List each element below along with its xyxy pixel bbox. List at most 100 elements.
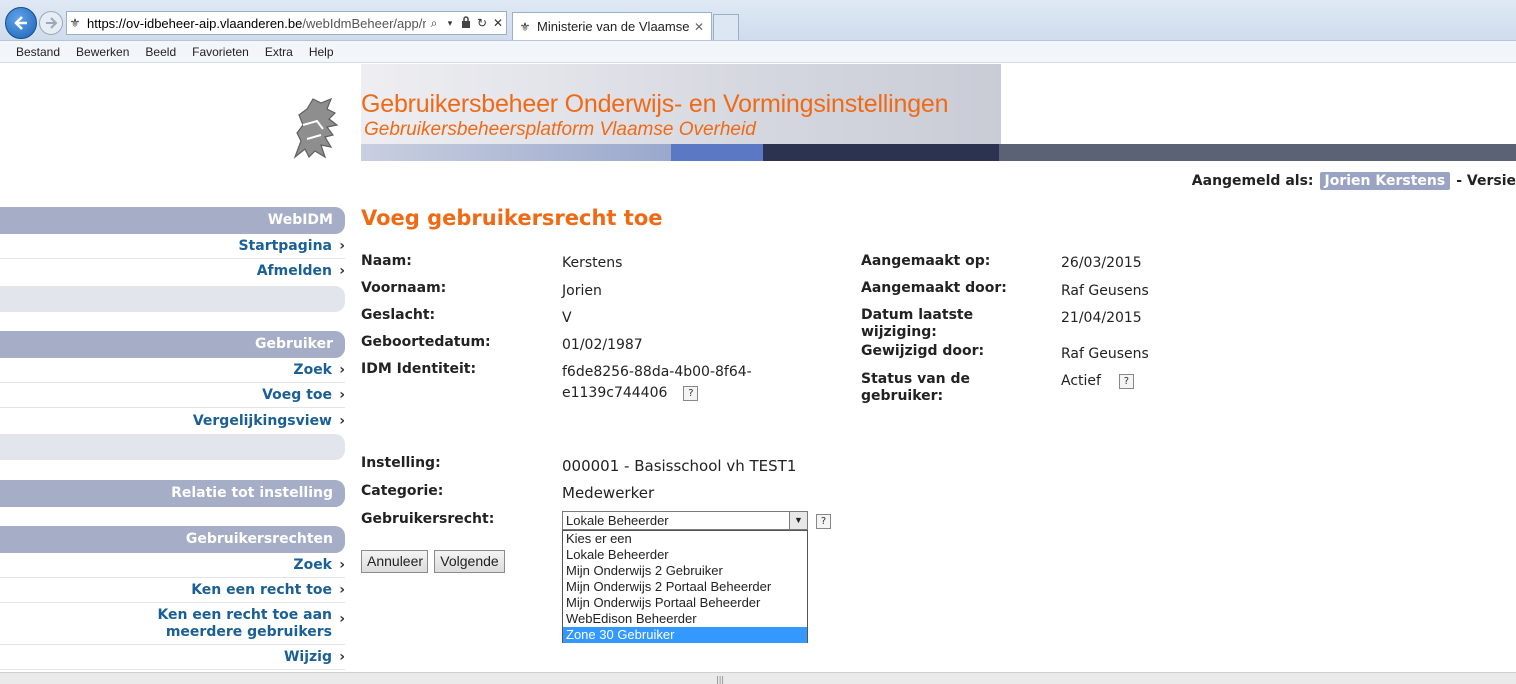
gebruikersrecht-select[interactable]: Lokale Beheerder ▼ bbox=[562, 511, 808, 530]
address-bar[interactable]: ⚜ https://ov-idbeheer-aip.vlaanderen.be/… bbox=[66, 11, 507, 35]
page-banner: Gebruikersbeheer Onderwijs- en Vormingsi… bbox=[361, 64, 1516, 161]
sidebar-header-webidm: WebIDM bbox=[0, 207, 345, 234]
tab-title: Ministerie van de Vlaamse ... bbox=[537, 19, 691, 34]
label-idm-identiteit: IDM Identiteit: bbox=[361, 361, 477, 377]
url-host: https://ov-idbeheer-aip.vlaanderen.be bbox=[87, 15, 303, 31]
cancel-button[interactable]: Annuleer bbox=[361, 550, 428, 573]
option-kies-er-een[interactable]: Kies er een bbox=[563, 531, 807, 547]
label-gewijzigd-door: Gewijzigd door: bbox=[861, 343, 985, 359]
value-aangemaakt-op: 26/03/2015 bbox=[1061, 255, 1142, 271]
value-gewijzigd-door: Raf Geusens bbox=[1061, 346, 1149, 362]
option-webedison-beheerder[interactable]: WebEdison Beheerder bbox=[563, 611, 807, 627]
select-value: Lokale Beheerder bbox=[566, 513, 669, 528]
value-geslacht: V bbox=[562, 310, 572, 326]
chevron-right-icon: › bbox=[339, 263, 345, 279]
search-icon[interactable]: ⌕ bbox=[426, 16, 442, 31]
option-zone-30-gebruiker[interactable]: Zone 30 Gebruiker bbox=[563, 627, 807, 643]
chevron-right-icon: › bbox=[339, 611, 345, 627]
sidebar-item-afmelden[interactable]: Afmelden › bbox=[0, 259, 345, 283]
banner-subtitle: Gebruikersbeheersplatform Vlaamse Overhe… bbox=[364, 119, 756, 140]
new-tab-button[interactable] bbox=[713, 14, 739, 40]
value-categorie: Medewerker bbox=[562, 484, 655, 502]
menu-bar: Bestand Bewerken Beeld Favorieten Extra … bbox=[0, 41, 1516, 63]
value-idm-identiteit-2: e1139c744406? bbox=[562, 382, 699, 404]
sidebar-item-vergelijkingsview[interactable]: Vergelijkingsview › bbox=[0, 408, 345, 434]
login-status: Aangemeld als: Jorien Kerstens - Versie bbox=[1192, 171, 1516, 191]
option-mijn-onderwijs-2-gebruiker[interactable]: Mijn Onderwijs 2 Gebruiker bbox=[563, 563, 807, 579]
label-categorie: Categorie: bbox=[361, 483, 444, 499]
banner-title: Gebruikersbeheer Onderwijs- en Vormingsi… bbox=[361, 90, 949, 118]
sidebar-item-ken-recht-toe[interactable]: Ken een recht toe › bbox=[0, 578, 345, 603]
chevron-right-icon: › bbox=[339, 582, 345, 598]
forward-arrow-icon[interactable] bbox=[39, 11, 63, 35]
value-voornaam: Jorien bbox=[562, 283, 602, 299]
refresh-icon[interactable]: ↻ bbox=[474, 16, 490, 30]
value-naam: Kerstens bbox=[562, 255, 623, 271]
menu-help[interactable]: Help bbox=[301, 45, 342, 59]
chevron-right-icon: › bbox=[339, 387, 345, 403]
value-status-gebruiker: Actief? bbox=[1061, 370, 1134, 392]
menu-bewerken[interactable]: Bewerken bbox=[68, 45, 137, 59]
back-arrow-icon[interactable] bbox=[5, 7, 37, 39]
value-geboortedatum: 01/02/1987 bbox=[562, 337, 643, 353]
label-geboortedatum: Geboortedatum: bbox=[361, 334, 491, 350]
horizontal-scrollbar[interactable]: ||| bbox=[0, 672, 1516, 684]
menu-extra[interactable]: Extra bbox=[257, 45, 301, 59]
url-path: /webIdmBeheer/app/m bbox=[302, 15, 426, 31]
tab-close-icon[interactable]: ✕ bbox=[691, 20, 707, 34]
banner-strip bbox=[361, 144, 1516, 161]
option-mijn-onderwijs-2-portaal-beheerder[interactable]: Mijn Onderwijs 2 Portaal Beheerder bbox=[563, 579, 807, 595]
sidebar-item-voeg-toe[interactable]: Voeg toe › bbox=[0, 383, 345, 408]
label-aangemaakt-op: Aangemaakt op: bbox=[861, 253, 991, 269]
sidebar-item-relatie-tot-instelling[interactable]: Relatie tot instelling bbox=[0, 480, 345, 507]
label-voornaam: Voornaam: bbox=[361, 280, 447, 296]
browser-tab[interactable]: ⚜ Ministerie van de Vlaamse ... ✕ bbox=[512, 12, 712, 40]
label-datum-laatste-wijziging: Datum laatste wijziging: bbox=[861, 307, 974, 340]
label-instelling: Instelling: bbox=[361, 455, 441, 471]
dropdown-icon[interactable]: ▾ bbox=[442, 18, 458, 29]
tab-favicon-icon: ⚜ bbox=[519, 19, 531, 34]
sidebar-header-gebruiker: Gebruiker bbox=[0, 331, 345, 358]
chevron-right-icon: › bbox=[339, 557, 345, 573]
value-instelling: 000001 - Basisschool vh TEST1 bbox=[562, 457, 797, 475]
stop-icon[interactable]: ✕ bbox=[490, 16, 506, 30]
label-gebruikersrecht: Gebruikersrecht: bbox=[361, 511, 495, 527]
help-icon[interactable]: ? bbox=[1118, 373, 1134, 389]
flemish-lion-logo-icon bbox=[287, 95, 343, 161]
browser-toolbar: ⚜ https://ov-idbeheer-aip.vlaanderen.be/… bbox=[0, 0, 1516, 41]
page-title: Voeg gebruikersrecht toe bbox=[361, 206, 663, 230]
site-favicon-icon: ⚜ bbox=[69, 16, 81, 30]
option-lokale-beheerder[interactable]: Lokale Beheerder bbox=[563, 547, 807, 563]
value-aangemaakt-door: Raf Geusens bbox=[1061, 283, 1149, 299]
next-button[interactable]: Volgende bbox=[434, 550, 505, 573]
sidebar-item-zoek[interactable]: Zoek › bbox=[0, 358, 345, 383]
gebruikersrecht-dropdown-list[interactable]: Kies er een Lokale Beheerder Mijn Onderw… bbox=[562, 530, 808, 643]
value-datum-laatste-wijziging: 21/04/2015 bbox=[1061, 310, 1142, 326]
sidebar-item-wijzig[interactable]: Wijzig › bbox=[0, 645, 345, 670]
sidebar-item-rechten-zoek[interactable]: Zoek › bbox=[0, 553, 345, 578]
sidebar-item-startpagina[interactable]: Startpagina › bbox=[0, 234, 345, 259]
help-icon[interactable]: ? bbox=[683, 385, 699, 401]
lock-icon[interactable] bbox=[458, 15, 474, 31]
menu-bestand[interactable]: Bestand bbox=[0, 45, 68, 59]
chevron-down-icon[interactable]: ▼ bbox=[789, 512, 807, 529]
chevron-right-icon: › bbox=[339, 362, 345, 378]
chevron-right-icon: › bbox=[339, 413, 345, 429]
chevron-right-icon: › bbox=[339, 649, 345, 665]
login-user: Jorien Kerstens bbox=[1319, 172, 1451, 190]
label-naam: Naam: bbox=[361, 253, 412, 269]
label-status-gebruiker: Status van de gebruiker: bbox=[861, 371, 971, 404]
version-label: - Versie bbox=[1456, 173, 1516, 189]
sidebar-header-gebruikersrechten: Gebruikersrechten bbox=[0, 526, 345, 553]
sidebar-item-ken-recht-meerdere[interactable]: Ken een recht toe aan meerdere gebruiker… bbox=[0, 603, 345, 645]
chevron-right-icon: › bbox=[339, 238, 345, 254]
label-aangemaakt-door: Aangemaakt door: bbox=[861, 280, 1007, 296]
login-label: Aangemeld als: bbox=[1191, 173, 1314, 189]
menu-beeld[interactable]: Beeld bbox=[137, 45, 184, 59]
help-icon[interactable]: ? bbox=[816, 514, 831, 529]
menu-favorieten[interactable]: Favorieten bbox=[184, 45, 257, 59]
sidebar: WebIDM Startpagina › Afmelden › Gebruiker … bbox=[0, 207, 345, 670]
value-idm-identiteit-1: f6de8256-88da-4b00-8f64- bbox=[562, 364, 752, 380]
option-mijn-onderwijs-portaal-beheerder[interactable]: Mijn Onderwijs Portaal Beheerder bbox=[563, 595, 807, 611]
label-geslacht: Geslacht: bbox=[361, 307, 436, 323]
